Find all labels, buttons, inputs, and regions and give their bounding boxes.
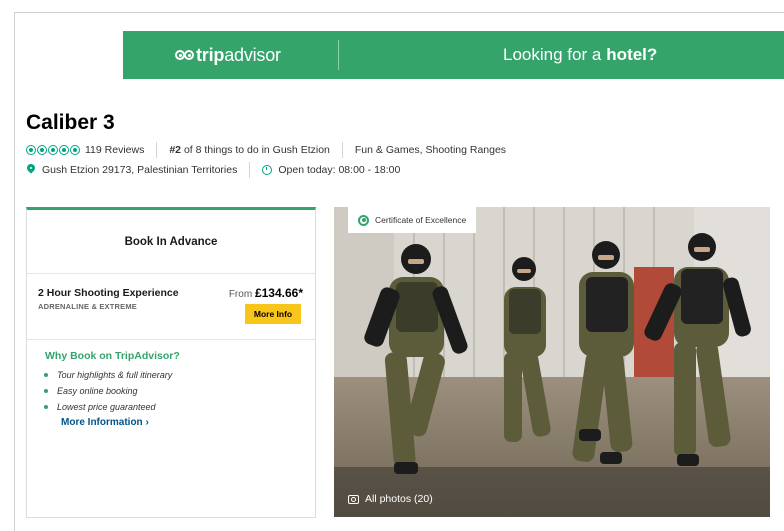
ranking-description: of 8 things to do in Gush Etzion — [183, 144, 330, 156]
banner-cta-text: Looking for a — [503, 45, 602, 64]
logo-suffix: advisor — [224, 44, 281, 65]
certificate-label: Certificate of Excellence — [375, 215, 467, 225]
soldiers-running-photo — [334, 207, 770, 517]
price-value: £134.66* — [254, 286, 303, 300]
more-information-link[interactable]: More Information › — [61, 417, 315, 428]
booking-heading: Book In Advance — [27, 210, 315, 274]
review-count-link[interactable]: 119 Reviews — [85, 144, 144, 156]
more-info-button[interactable]: More Info — [245, 304, 301, 324]
map-pin-icon — [26, 164, 36, 176]
clock-icon — [262, 165, 273, 175]
tour-offer[interactable]: 2 Hour Shooting Experience ADRENALINE & … — [27, 274, 315, 340]
camera-icon — [348, 494, 359, 504]
all-photos-label: All photos (20) — [365, 493, 433, 505]
address-link[interactable]: Gush Etzion 29173, Palestinian Territori… — [42, 164, 237, 176]
offer-category: ADRENALINE & EXTREME — [38, 302, 138, 311]
why-book-heading: Why Book on TripAdvisor? — [45, 350, 180, 362]
meta-separator — [341, 142, 343, 158]
all-photos-link[interactable]: All photos (20) — [348, 493, 433, 505]
offer-price: From £134.66* — [229, 286, 303, 300]
rating-bubbles-icon[interactable] — [26, 145, 80, 155]
owl-eyes-icon — [175, 50, 194, 60]
certificate-of-excellence-badge: Certificate of Excellence — [348, 207, 477, 233]
opening-hours[interactable]: Open today: 08:00 - 18:00 — [278, 164, 400, 176]
categories-link[interactable]: Fun & Games, Shooting Ranges — [355, 144, 506, 156]
attraction-location-row: Gush Etzion 29173, Palestinian Territori… — [26, 162, 400, 178]
meta-separator — [156, 142, 158, 158]
price-prefix: From — [228, 289, 253, 300]
book-in-advance-card: Book In Advance 2 Hour Shooting Experien… — [26, 207, 316, 518]
award-medal-icon — [358, 214, 369, 226]
banner-cta-bold: hotel? — [606, 45, 658, 64]
benefit-item: Tour highlights & full itinerary — [44, 367, 315, 383]
benefit-item: Lowest price guaranteed — [44, 399, 315, 415]
offer-name[interactable]: 2 Hour Shooting Experience — [38, 287, 179, 299]
attraction-main-photo[interactable]: Certificate of Excellence All photos (20… — [334, 207, 770, 517]
tripadvisor-hotel-banner[interactable]: tripadvisor Looking for a hotel? — [123, 31, 784, 79]
ranking-number: #2 — [169, 144, 182, 156]
page-frame-top — [14, 12, 784, 13]
banner-cta[interactable]: Looking for a hotel? — [503, 31, 657, 79]
logo-prefix: trip — [196, 44, 225, 65]
attraction-title: Caliber 3 — [26, 111, 115, 134]
ranking-text[interactable]: #2 of 8 things to do in Gush Etzion — [169, 144, 330, 156]
meta-separator — [249, 162, 251, 178]
tripadvisor-logo: tripadvisor — [175, 31, 281, 79]
banner-divider — [338, 40, 339, 70]
benefits-list: Tour highlights & full itinerary Easy on… — [44, 367, 315, 415]
why-book-section: Why Book on TripAdvisor? Tour highlights… — [27, 340, 315, 428]
benefit-item: Easy online booking — [44, 383, 315, 399]
page-frame-left — [14, 12, 15, 531]
attraction-meta-row: 119 Reviews #2 of 8 things to do in Gush… — [26, 142, 506, 158]
